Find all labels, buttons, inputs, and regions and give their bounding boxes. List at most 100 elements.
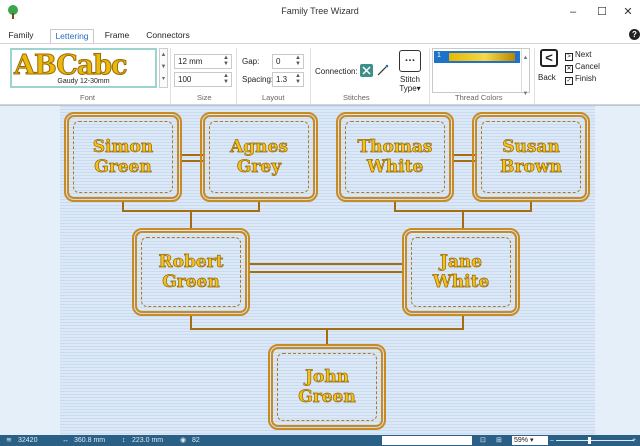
next-button[interactable]: > Next [565,50,591,61]
zoom-slider[interactable] [556,440,634,441]
color-count: 82 [192,437,200,444]
person-card[interactable]: Agnes Grey [200,112,318,202]
person-name: Jane White [432,252,490,293]
stitch-count: 32420 [18,437,38,444]
zoom-slider-handle[interactable] [588,437,591,444]
maximize-button[interactable]: ☐ [590,3,614,21]
height-icon: ↕ [122,437,126,444]
group-label-stitches: Stitches [343,93,370,102]
divider [310,48,311,104]
connector-line [190,210,192,230]
spin-arrows-icon[interactable]: ▲ ▼ [294,73,302,86]
person-card[interactable]: Susan Brown [472,112,590,202]
cancel-icon: ✕ [565,65,573,73]
spacing-value: 1.3 [276,75,288,84]
height-spinner[interactable]: 12 mm ▲ ▼ [174,54,232,69]
tab-connectors[interactable]: Connectors [140,29,196,44]
design-canvas[interactable]: Simon Green Agnes Grey Thomas White Susa… [0,105,640,435]
font-gallery[interactable]: ABCabc Gaudy 12-30mm [10,48,157,88]
design-width: 360.8 mm [74,437,106,444]
finish-label: Finish [575,74,597,83]
person-name: Robert Green [158,252,224,293]
height-value: 12 mm [178,57,203,66]
ribbon: ABCabc Gaudy 12-30mm ▲ ▼ ▾ Font 12 mm ▲ ▼ 1… [0,43,640,105]
group-label-layout: Layout [262,93,285,102]
connection-jump-button[interactable] [360,64,373,77]
divider [170,48,171,104]
zoom-dropdown[interactable]: 59% ▾ [512,436,548,445]
status-message-field [382,436,472,445]
zoom-out-icon[interactable]: – [550,435,554,446]
spin-arrows-icon[interactable]: ▲ ▼ [222,73,230,86]
tab-family[interactable]: Family [4,29,38,44]
fit-icon[interactable]: ⊡ [480,435,486,446]
width-icon: ↔ [62,437,69,444]
thread-swatch [449,53,515,61]
connector-line [462,210,464,230]
design-height: 223.0 mm [132,437,164,444]
person-name: Simon Green [92,137,154,178]
gap-spinner[interactable]: 0 ▲ ▼ [272,54,304,69]
help-icon[interactable]: ? [629,29,640,40]
grid-icon[interactable]: ⊞ [496,435,502,446]
title-bar: Family Tree Wizard – ☐ ✕ [0,0,640,24]
window-title: Family Tree Wizard [281,6,359,16]
chevron-down-icon: ▾ [416,84,421,93]
stitch-count-icon: ≋ [6,437,12,444]
font-name: Gaudy 12-30mm [57,78,110,85]
font-preview: ABCabc [14,50,129,81]
width-spinner[interactable]: 100 ▲ ▼ [174,72,232,87]
next-icon: > [565,53,573,61]
spacing-label: Spacing: [242,75,274,84]
person-card[interactable]: Thomas White [336,112,454,202]
person-name: Agnes Grey [230,137,289,178]
divider [236,48,237,104]
spin-arrows-icon[interactable]: ▲ ▼ [222,55,230,68]
spacing-spinner[interactable]: 1.3 ▲ ▼ [272,72,304,87]
stitch-type-label: Stitch Type▾ [392,75,428,93]
spin-arrows-icon[interactable]: ▲ ▼ [294,55,302,68]
person-name: Thomas White [357,137,433,178]
next-label: Next [575,50,592,59]
group-label-thread-colors: Thread Colors [455,93,503,102]
connector-line [248,263,404,265]
person-card[interactable]: Simon Green [64,112,182,202]
back-button[interactable]: < [540,49,558,67]
gap-label: Gap: [242,57,260,66]
thread-list-scrollbar[interactable]: ▲ ▼ [521,49,529,97]
person-card[interactable]: Robert Green [132,228,250,316]
stitch-type-button[interactable]: … [399,50,421,72]
status-bar: ≋ 32420 ↔ 360.8 mm ↕ 223.0 mm ◉ 82 ⊡ ⊞ 5… [0,435,640,446]
color-count-icon: ◉ [180,437,187,444]
minimize-button[interactable]: – [561,3,585,21]
finish-button[interactable]: ✓ Finish [565,74,596,85]
cancel-button[interactable]: ✕ Cancel [565,62,600,73]
divider [534,48,535,104]
person-name: Susan Brown [500,137,562,178]
person-card[interactable]: Jane White [402,228,520,316]
thread-color-item[interactable]: 1 [434,51,520,63]
width-value: 100 [178,75,192,84]
connection-run-button[interactable] [376,64,389,77]
thread-number: 1 [437,52,441,59]
run-stitch-icon [377,64,389,76]
jump-icon [362,66,371,75]
back-label: Back [538,73,556,82]
group-label-size: Size [197,93,212,102]
zoom-in-icon[interactable]: + [632,435,636,446]
cancel-label: Cancel [575,62,600,71]
tab-lettering[interactable]: Lettering [50,29,94,44]
divider [429,48,430,104]
person-card[interactable]: John Green [268,344,386,430]
checkmark-icon: ✓ [565,77,573,85]
zoom-value: 59% [514,437,529,444]
person-name: John Green [298,367,356,408]
gallery-scroll-buttons[interactable]: ▲ ▼ ▾ [159,48,168,88]
thread-color-list[interactable]: 1 ▲ ▼ [432,48,530,97]
gap-value: 0 [276,57,281,66]
close-button[interactable]: ✕ [616,3,640,21]
group-label-font: Font [80,93,96,102]
chevron-left-icon: < [545,50,553,65]
ribbon-tabs: Family Lettering Frame Connectors [0,26,640,44]
tab-frame[interactable]: Frame [100,29,134,44]
